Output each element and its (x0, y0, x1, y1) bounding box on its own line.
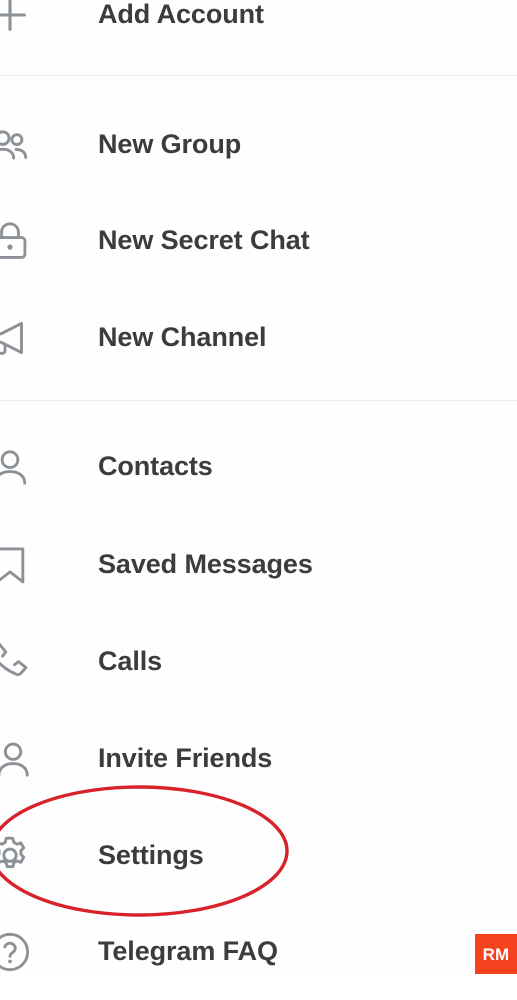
menu-item-invite-friends[interactable]: Invite Friends (0, 710, 517, 807)
menu-item-label: Add Account (98, 0, 264, 29)
menu-item-add-account[interactable]: Add Account (0, 0, 517, 63)
menu-item-new-channel[interactable]: New Channel (0, 289, 517, 386)
bookmark-icon (0, 537, 38, 593)
menu-item-label: New Channel (98, 322, 267, 352)
menu-item-settings[interactable]: Settings (0, 807, 517, 904)
rm-watermark-badge: RM (475, 934, 517, 974)
menu-item-label: Contacts (98, 451, 213, 481)
menu-item-label: New Secret Chat (98, 225, 310, 255)
menu-item-contacts[interactable]: Contacts (0, 418, 517, 515)
menu-item-saved-messages[interactable]: Saved Messages (0, 516, 517, 613)
menu-item-label: Saved Messages (98, 549, 313, 579)
plus-icon (0, 0, 38, 43)
menu-item-telegram-faq[interactable]: Telegram FAQ (0, 903, 517, 1000)
menu-item-label: Settings (98, 840, 204, 870)
help-circle-icon (0, 924, 38, 980)
gear-icon (0, 828, 38, 884)
menu-item-label: New Group (98, 129, 242, 159)
menu-item-calls[interactable]: Calls (0, 613, 517, 710)
megaphone-icon (0, 310, 38, 366)
menu-item-label: Calls (98, 646, 163, 676)
lock-icon (0, 213, 38, 269)
phone-icon (0, 634, 38, 690)
menu-item-label: Telegram FAQ (98, 936, 278, 966)
rm-watermark-label: RM (482, 944, 510, 964)
person-icon (0, 439, 38, 495)
menu-divider (0, 75, 517, 76)
person-add-icon (0, 731, 38, 787)
menu-divider (0, 400, 517, 401)
menu-item-new-secret-chat[interactable]: New Secret Chat (0, 192, 517, 289)
telegram-main-menu: Add Account New Group New Secret Chat Ne… (0, 0, 517, 974)
menu-item-new-group[interactable]: New Group (0, 96, 517, 193)
menu-item-label: Invite Friends (98, 743, 273, 773)
people-icon (0, 117, 38, 173)
